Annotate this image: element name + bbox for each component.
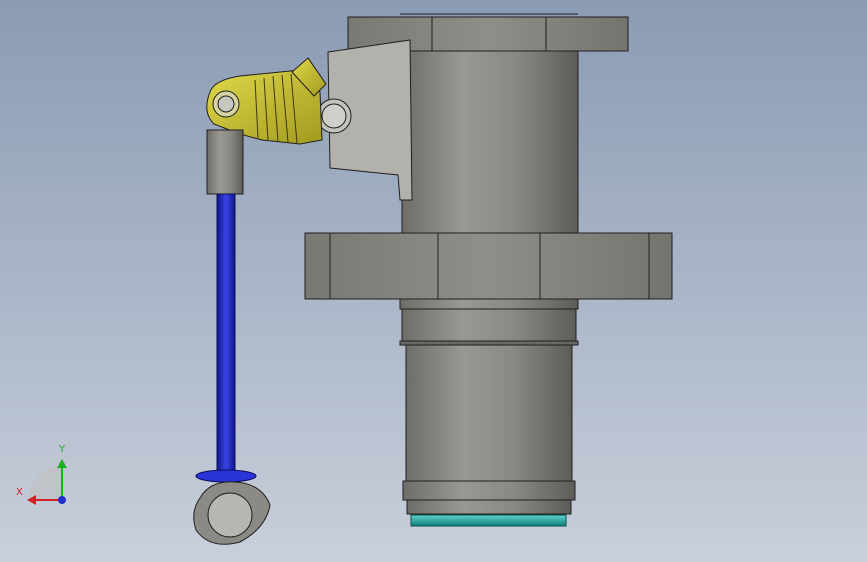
triad-z-axis — [58, 496, 66, 504]
upper-barrel — [401, 50, 579, 234]
bottom-seal — [410, 514, 567, 527]
push-rod — [216, 193, 236, 473]
rod-end-sleeve — [206, 129, 244, 195]
triad-x-label: X — [16, 487, 23, 498]
bottom-ring-1 — [402, 480, 576, 501]
neck-groove — [399, 340, 579, 346]
triad-y-label: Y — [59, 444, 66, 455]
rod-collar — [195, 469, 257, 483]
lever-pin-inner — [217, 95, 235, 113]
middle-flange — [304, 232, 673, 300]
neck-collar — [401, 308, 577, 342]
neck-ring — [399, 298, 579, 310]
bottom-ring-2 — [406, 499, 572, 515]
rod-eye-hole — [207, 492, 253, 538]
graphics-viewport[interactable]: X Y — [0, 0, 867, 562]
lower-barrel — [405, 344, 573, 482]
cad-model-view — [0, 0, 867, 562]
bracket-pivot-inner — [321, 103, 347, 129]
